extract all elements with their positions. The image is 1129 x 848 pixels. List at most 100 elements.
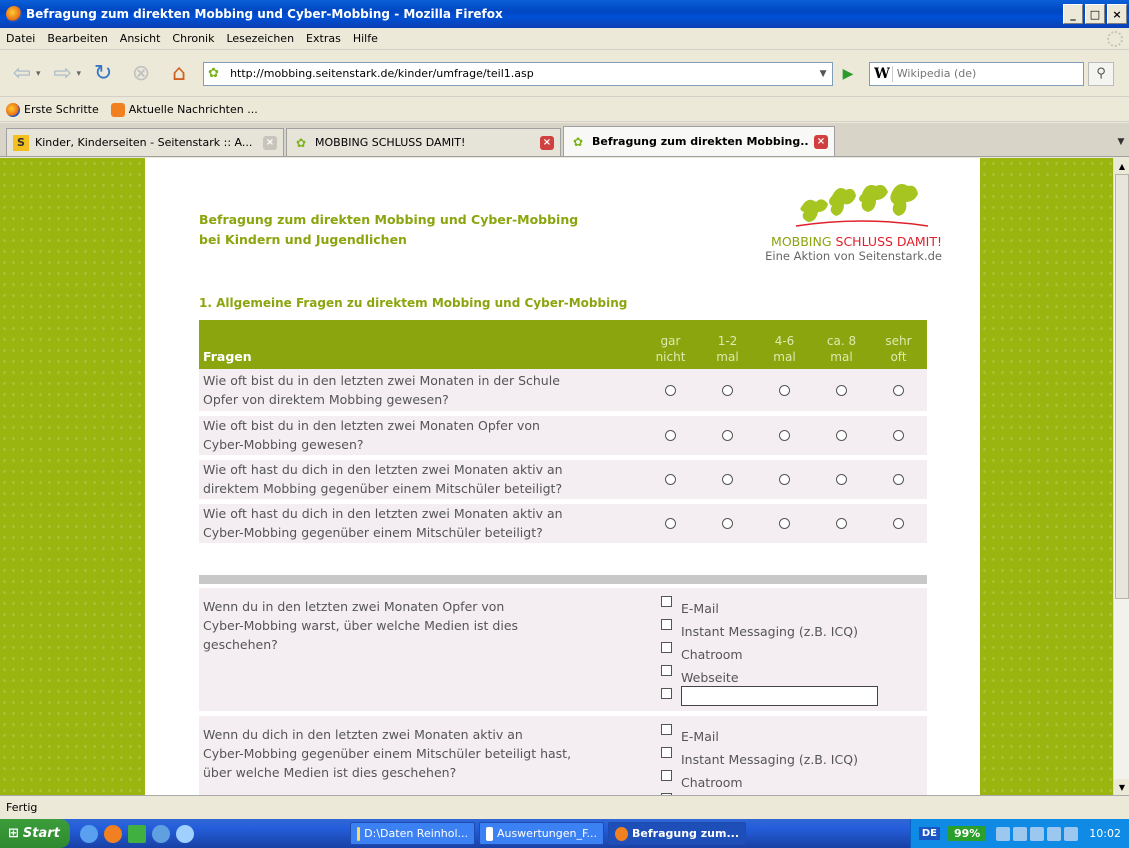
taskbar-firefox-window[interactable]: Befragung zum... [608, 822, 746, 845]
checkbox-email[interactable] [661, 596, 672, 607]
battery-indicator[interactable]: 99% [947, 826, 987, 841]
checkbox-email[interactable] [661, 724, 672, 735]
menu-ansicht[interactable]: Ansicht [114, 32, 167, 45]
url-input[interactable] [230, 67, 815, 80]
logo-text-green: MOBBING [771, 234, 836, 249]
mobbing-schluss-damit-logo[interactable]: MOBBING SCHLUSS DAMIT! Eine Aktion von S… [732, 176, 942, 263]
radio-1-2-mal[interactable] [722, 430, 733, 441]
menu-hilfe[interactable]: Hilfe [347, 32, 384, 45]
option-instant-messaging[interactable]: Instant Messaging (z.B. ICQ) [661, 616, 878, 639]
tab-mobbing-schluss-damit[interactable]: ✿ MOBBING SCHLUSS DAMIT! × [286, 128, 561, 156]
menu-datei[interactable]: Datei [0, 32, 41, 45]
option-instant-messaging[interactable]: Instant Messaging (z.B. ICQ) [661, 744, 858, 767]
taskbar-explorer-window[interactable]: D:\Daten Reinhol... [350, 822, 475, 845]
tab-list-dropdown-icon[interactable]: ▼ [1113, 128, 1129, 156]
maximize-button[interactable]: □ [1085, 4, 1105, 24]
app-icon[interactable] [128, 824, 146, 843]
menu-chronik[interactable]: Chronik [166, 32, 220, 45]
help-icon[interactable] [176, 824, 194, 843]
network-icon[interactable] [1013, 826, 1028, 841]
stop-icon[interactable]: ⊗ [125, 58, 157, 90]
radio-sehr-oft[interactable] [893, 518, 904, 529]
home-icon[interactable]: ⌂ [163, 58, 195, 90]
option-email[interactable]: E-Mail [661, 593, 878, 616]
menu-extras[interactable]: Extras [300, 32, 347, 45]
radio-gar-nicht[interactable] [665, 384, 676, 396]
radio-gar-nicht[interactable] [665, 430, 676, 441]
volume-icon[interactable] [1064, 826, 1079, 841]
url-dropdown-icon[interactable]: ▼ [814, 69, 832, 79]
radio-1-2-mal[interactable] [722, 384, 733, 396]
language-indicator[interactable]: DE [918, 827, 940, 840]
checkbox-instant-messaging[interactable] [661, 619, 672, 630]
forward-history-dropdown-icon[interactable]: ▾ [77, 69, 82, 79]
other-media-input[interactable] [681, 686, 878, 706]
checkbox-chatroom[interactable] [661, 770, 672, 781]
taskbar-word-window[interactable]: Auswertungen_F... [479, 822, 604, 845]
option-other[interactable] [661, 685, 878, 708]
scrollbar-thumb[interactable] [1115, 174, 1129, 599]
header-line1: gar [660, 334, 681, 348]
tab-close-icon[interactable]: × [814, 134, 828, 149]
tab-close-icon[interactable]: × [540, 135, 554, 150]
scroll-up-icon[interactable]: ▲ [1114, 158, 1129, 174]
radio-4-6-mal[interactable] [779, 474, 790, 485]
tab-befragung[interactable]: ✿ Befragung zum direkten Mobbing... × [563, 126, 835, 156]
tab-close-icon[interactable]: × [263, 135, 277, 150]
tray-app-icon[interactable] [1047, 826, 1062, 841]
start-button[interactable]: ⊞ Start [0, 819, 70, 848]
menu-bearbeiten[interactable]: Bearbeiten [41, 32, 113, 45]
answer-cell [642, 413, 699, 460]
tab-seitenstark[interactable]: S Kinder, Kinderseiten - Seitenstark :: … [6, 128, 284, 156]
firefox-icon[interactable] [104, 824, 122, 843]
scroll-down-icon[interactable]: ▼ [1114, 779, 1129, 795]
media-icon[interactable] [152, 824, 170, 843]
radio-ca-8-mal[interactable] [836, 474, 847, 485]
bookmark-aktuelle-nachrichten[interactable]: Aktuelle Nachrichten ... [105, 102, 264, 117]
reload-icon[interactable]: ↻ [87, 58, 119, 90]
address-bar[interactable]: ✿ ▼ [203, 61, 834, 86]
radio-ca-8-mal[interactable] [836, 384, 847, 396]
search-magnifier-icon[interactable]: ⚲ [1088, 61, 1115, 86]
vertical-scrollbar[interactable]: ▲ ▼ [1113, 158, 1129, 795]
radio-4-6-mal[interactable] [779, 518, 790, 529]
answer-cell [813, 501, 870, 548]
radio-sehr-oft[interactable] [893, 474, 904, 485]
option-chatroom[interactable]: Chatroom [661, 767, 858, 790]
search-engine-icon[interactable]: W [870, 65, 893, 82]
menu-bar: Datei Bearbeiten Ansicht Chronik Lesezei… [0, 28, 1129, 50]
question-line2: direktem Mobbing gegenüber einem Mitschü… [203, 481, 563, 496]
radio-4-6-mal[interactable] [779, 430, 790, 441]
checkbox-webseite[interactable] [661, 665, 672, 676]
radio-1-2-mal[interactable] [722, 518, 733, 529]
radio-ca-8-mal[interactable] [836, 518, 847, 529]
radio-gar-nicht[interactable] [665, 518, 676, 529]
menu-lesezeichen[interactable]: Lesezeichen [220, 32, 300, 45]
radio-gar-nicht[interactable] [665, 474, 676, 485]
checkbox-instant-messaging[interactable] [661, 747, 672, 758]
radio-1-2-mal[interactable] [722, 474, 733, 485]
option-email[interactable]: E-Mail [661, 721, 858, 744]
search-input[interactable] [896, 67, 1084, 80]
go-icon[interactable]: ▶ [837, 63, 859, 85]
radio-sehr-oft[interactable] [893, 384, 904, 396]
checkbox-other[interactable] [661, 688, 672, 699]
puzzle-favicon-icon: ✿ [295, 135, 307, 150]
forward-icon[interactable]: ⇨ [47, 58, 79, 90]
header-line2: mal [773, 350, 796, 364]
radio-sehr-oft[interactable] [893, 430, 904, 441]
option-webseite[interactable]: Webseite [661, 662, 878, 685]
internet-explorer-icon[interactable] [80, 824, 98, 843]
close-button[interactable]: × [1107, 4, 1127, 24]
back-icon[interactable]: ⇦ [6, 58, 38, 90]
search-bar[interactable]: W [869, 61, 1085, 86]
bookmark-erste-schritte[interactable]: Erste Schritte [0, 102, 105, 117]
power-icon[interactable] [996, 826, 1011, 841]
radio-4-6-mal[interactable] [779, 384, 790, 396]
minimize-button[interactable]: _ [1063, 4, 1083, 24]
back-history-dropdown-icon[interactable]: ▾ [36, 69, 41, 79]
checkbox-chatroom[interactable] [661, 642, 672, 653]
option-chatroom[interactable]: Chatroom [661, 639, 878, 662]
radio-ca-8-mal[interactable] [836, 430, 847, 441]
security-icon[interactable] [1030, 826, 1045, 841]
